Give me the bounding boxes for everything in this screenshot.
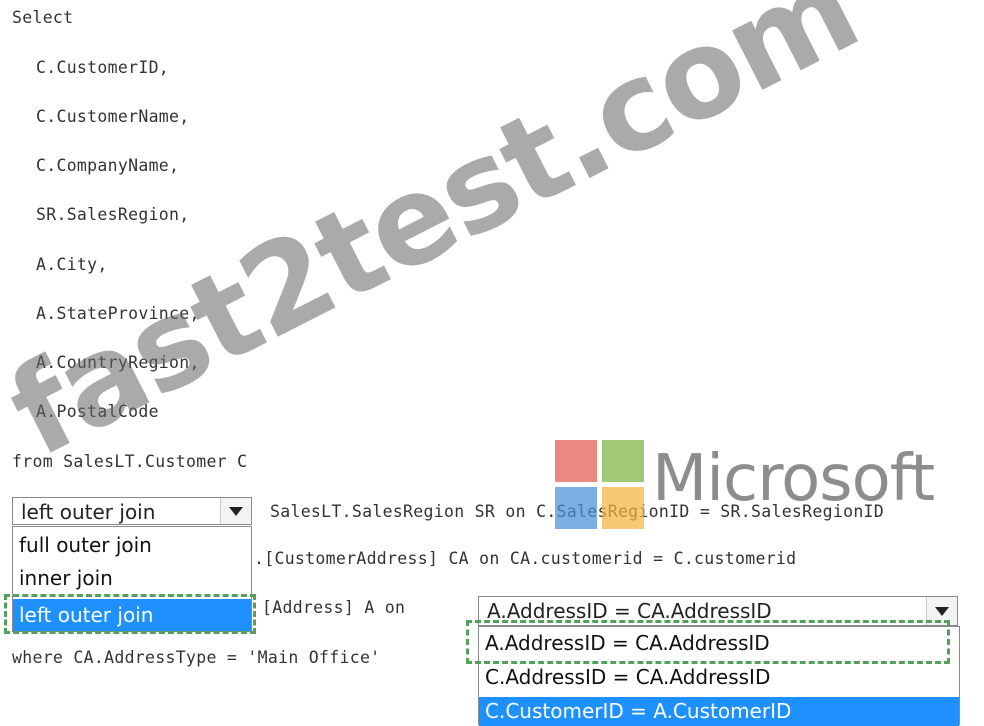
column-line: A.PostalCode [36, 402, 159, 421]
join-type-selected-value: left outer join [21, 500, 156, 524]
join-condition-select[interactable]: A.AddressID = CA.AddressID [478, 596, 958, 626]
join-type-select[interactable]: left outer join [12, 497, 252, 525]
where-clause: where CA.AddressType = 'Main Office' [12, 648, 381, 667]
join-condition-options: A.AddressID = CA.AddressID C.AddressID =… [478, 626, 960, 726]
column-line: C.CustomerName, [36, 107, 190, 126]
sql-code: Select C.CustomerID, C.CustomerName, C.C… [0, 0, 884, 667]
join-type-options: full outer join inner join left outer jo… [12, 526, 252, 632]
column-line: C.CompanyName, [36, 156, 180, 175]
logo-square-red [555, 440, 597, 482]
from-clause: from SalesLT.Customer C [12, 452, 248, 471]
join-option[interactable]: full outer join [13, 533, 251, 563]
condition-option[interactable]: C.AddressID = CA.AddressID [479, 665, 959, 695]
condition-option[interactable]: A.AddressID = CA.AddressID [479, 631, 959, 661]
join3-clause: [Address] A on [262, 598, 406, 617]
column-line: A.City, [36, 255, 108, 274]
logo-wordmark: Microsoft [652, 442, 935, 516]
join-option-selected[interactable]: left outer join [13, 599, 251, 631]
microsoft-logo: Microsoft [555, 440, 965, 535]
column-line: C.CustomerID, [36, 58, 170, 77]
join2-clause: .[CustomerAddress] CA on CA.customerid =… [254, 549, 797, 568]
join-option[interactable]: inner join [13, 566, 251, 596]
logo-square-green [602, 440, 644, 482]
column-line: A.CountryRegion, [36, 353, 200, 372]
join-condition-selected-value: A.AddressID = CA.AddressID [487, 599, 772, 623]
column-line: SR.SalesRegion, [36, 205, 190, 224]
logo-square-blue [555, 487, 597, 529]
condition-option-selected[interactable]: C.CustomerID = A.CustomerID [479, 697, 959, 726]
logo-square-yellow [602, 487, 644, 529]
select-keyword: Select [12, 8, 74, 27]
chevron-down-icon[interactable] [926, 597, 957, 625]
chevron-down-icon[interactable] [220, 498, 251, 524]
column-line: A.StateProvince, [36, 304, 200, 323]
